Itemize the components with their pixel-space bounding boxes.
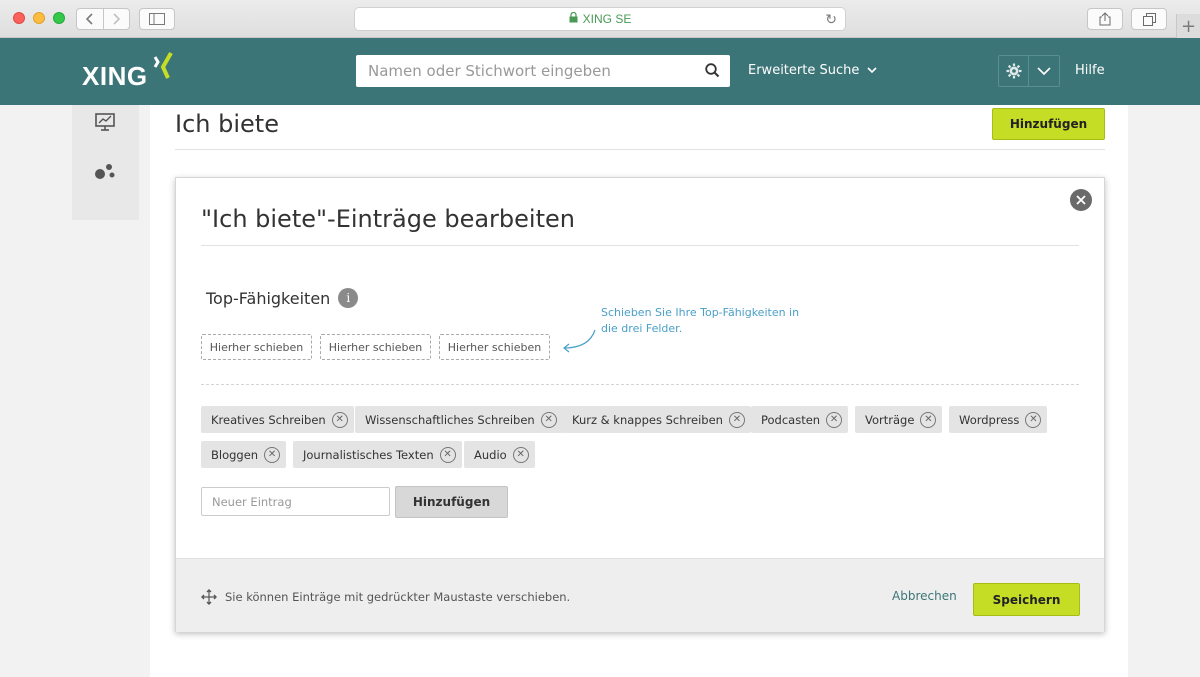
skill-tag-label: Wissenschaftliches Schreiben <box>365 412 535 427</box>
minimize-window-button[interactable] <box>33 12 45 24</box>
share-icon <box>1099 12 1111 26</box>
dialog-footer: Sie können Einträge mit gedrückter Maust… <box>176 558 1104 632</box>
divider <box>201 384 1079 385</box>
drag-hint: Sie können Einträge mit gedrückter Maust… <box>201 589 570 605</box>
skill-tag-label: Wordpress <box>959 412 1020 427</box>
xing-logo[interactable]: XING <box>82 52 174 92</box>
search-icon[interactable] <box>705 63 720 82</box>
history-nav <box>76 8 130 30</box>
skill-tag-label: Kurz & knappes Schreiben <box>572 412 723 427</box>
skill-tag[interactable]: Audio ✕ <box>464 441 535 468</box>
drag-hint-text: Sie können Einträge mit gedrückter Maust… <box>225 590 571 604</box>
skill-tag[interactable]: Kreatives Schreiben ✕ <box>201 406 354 433</box>
remove-icon[interactable]: ✕ <box>728 411 745 428</box>
cancel-button[interactable]: Abbrechen <box>892 589 957 603</box>
skill-tag[interactable]: Vorträge ✕ <box>855 406 943 433</box>
skill-tag-label: Journalistisches Texten <box>303 447 434 462</box>
tabs-overview-button[interactable] <box>1131 8 1167 30</box>
skill-tag-label: Audio <box>474 447 507 462</box>
share-button[interactable] <box>1087 8 1123 30</box>
tabs-icon <box>1142 12 1156 26</box>
hint-arrow-icon <box>563 329 596 353</box>
settings-menu[interactable] <box>998 55 1060 87</box>
move-icon <box>201 589 217 605</box>
skill-tag[interactable]: Wissenschaftliches Schreiben ✕ <box>355 406 563 433</box>
zoom-window-button[interactable] <box>53 12 65 24</box>
top-skill-drop-slot[interactable]: Hierher schieben <box>320 334 431 360</box>
xing-logo-icon <box>153 52 173 79</box>
lock-icon <box>569 11 578 26</box>
edit-offer-dialog: "Ich biete"-Einträge bearbeiten Top-Fähi… <box>175 177 1105 632</box>
top-skills-hint: Schieben Sie Ihre Top-Fähigkeiten in die… <box>601 306 800 335</box>
chevron-left-icon <box>85 13 93 25</box>
skill-tag-label: Vorträge <box>865 412 915 427</box>
search-box <box>356 55 730 87</box>
new-tab-button[interactable]: + <box>1176 14 1200 38</box>
chevron-down-icon <box>866 67 877 74</box>
save-button[interactable]: Speichern <box>973 583 1080 616</box>
close-window-button[interactable] <box>13 12 25 24</box>
skill-tag-label: Kreatives Schreiben <box>211 412 326 427</box>
divider <box>201 245 1079 246</box>
remove-icon[interactable]: ✕ <box>826 411 843 428</box>
skill-tag[interactable]: Kurz & knappes Schreiben ✕ <box>562 406 751 433</box>
skill-tag-label: Bloggen <box>211 447 259 462</box>
left-sidebar <box>72 105 139 220</box>
info-icon[interactable]: i <box>338 288 359 308</box>
settings-dropdown-chevron[interactable] <box>1029 56 1059 86</box>
search-input[interactable] <box>368 62 688 80</box>
top-skills-heading: Top-Fähigkeiten i <box>206 288 359 308</box>
address-text: XING SE <box>582 12 632 26</box>
top-skill-drop-slot[interactable]: Hierher schieben <box>439 334 550 360</box>
close-icon[interactable] <box>1070 189 1092 211</box>
presentation-icon[interactable] <box>95 113 115 131</box>
logo-text: XING <box>82 61 148 91</box>
divider <box>175 149 1105 150</box>
new-entry-input[interactable] <box>201 487 390 516</box>
remove-icon[interactable]: ✕ <box>512 446 529 463</box>
remove-icon[interactable]: ✕ <box>331 411 348 428</box>
chevron-down-icon <box>1037 67 1051 75</box>
address-bar[interactable]: XING SE ↻ <box>354 7 846 31</box>
remove-icon[interactable]: ✕ <box>920 411 937 428</box>
top-skill-drop-slot[interactable]: Hierher schieben <box>201 334 312 360</box>
skill-tag[interactable]: Bloggen ✕ <box>201 441 287 468</box>
back-button[interactable] <box>77 9 103 29</box>
advanced-search-link[interactable]: Erweiterte Suche <box>748 63 877 78</box>
top-skills-label: Top-Fähigkeiten <box>206 288 331 308</box>
skill-tag[interactable]: Podcasten ✕ <box>751 406 849 433</box>
remove-icon[interactable]: ✕ <box>264 446 281 463</box>
remove-icon[interactable]: ✕ <box>540 411 557 428</box>
reload-icon[interactable]: ↻ <box>825 11 837 28</box>
add-entry-button[interactable]: Hinzufügen <box>395 486 508 518</box>
sidebar-toggle-button[interactable] <box>139 8 175 30</box>
forward-button[interactable] <box>102 9 130 29</box>
skill-tag[interactable]: Journalistisches Texten ✕ <box>293 441 462 468</box>
remove-icon[interactable]: ✕ <box>439 446 456 463</box>
skill-tag-label: Podcasten <box>761 412 821 427</box>
help-link[interactable]: Hilfe <box>1075 63 1105 78</box>
remove-icon[interactable]: ✕ <box>1025 411 1042 428</box>
page-title: Ich biete <box>175 110 279 138</box>
sidebar-icon <box>149 13 165 25</box>
skill-tag[interactable]: Wordpress ✕ <box>949 406 1048 433</box>
groups-icon[interactable] <box>94 162 116 182</box>
browser-toolbar: XING SE ↻ + <box>0 0 1200 38</box>
add-button[interactable]: Hinzufügen <box>992 108 1105 140</box>
gear-icon[interactable] <box>999 56 1029 86</box>
advanced-search-label: Erweiterte Suche <box>748 63 860 78</box>
site-header: XING Erweiterte Suche Hilfe <box>0 38 1200 105</box>
dialog-title: "Ich biete"-Einträge bearbeiten <box>201 205 575 233</box>
chevron-right-icon <box>113 13 121 25</box>
